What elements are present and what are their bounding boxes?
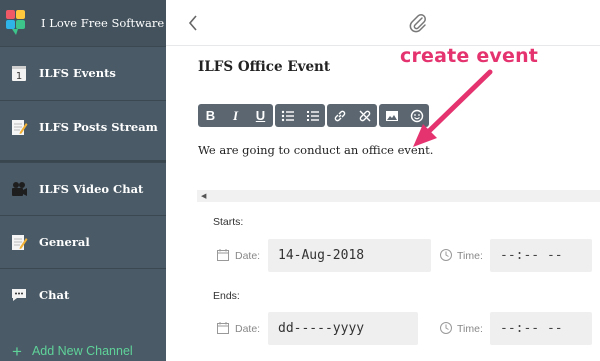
remove-link-button[interactable] — [352, 104, 377, 127]
add-new-channel-button[interactable]: + Add New Channel — [12, 342, 133, 361]
calendar-icon — [217, 249, 229, 261]
sidebar-item-ilfs-video-chat[interactable]: ILFS Video Chat — [0, 162, 166, 215]
top-bar — [166, 0, 600, 46]
sidebar-item-ilfs-posts-stream[interactable]: ILFS Posts Stream — [0, 100, 166, 153]
insert-image-button[interactable] — [379, 104, 404, 127]
bullet-list-icon — [281, 110, 294, 121]
plus-icon: + — [12, 342, 22, 361]
ends-label: Ends: — [213, 290, 240, 302]
link-icon — [334, 110, 345, 121]
post-body[interactable]: We are going to conduct an office event. — [198, 143, 433, 157]
scroll-left-arrow-icon[interactable]: ◀ — [201, 192, 206, 200]
clock-icon — [440, 249, 452, 261]
end-date-input[interactable]: dd-----yyyy — [268, 312, 418, 345]
insert-link-button[interactable] — [327, 104, 352, 127]
notepad-pencil-icon — [12, 120, 28, 135]
sidebar-item-ilfs-events[interactable]: 1 ILFS Events — [0, 46, 166, 99]
notepad-pencil-icon — [12, 235, 28, 250]
chevron-left-icon[interactable] — [186, 13, 200, 33]
clock-icon — [440, 322, 452, 334]
end-time-input[interactable]: --:-- -- — [490, 312, 592, 345]
brand-header[interactable]: I Love Free Software — [0, 0, 166, 46]
start-time-label: Time: — [457, 250, 483, 262]
start-time-input[interactable]: --:-- -- — [490, 239, 592, 272]
post-title[interactable]: ILFS Office Event — [198, 59, 330, 75]
italic-button[interactable]: I — [223, 104, 248, 127]
horizontal-scrollbar[interactable]: ◀ — [197, 190, 600, 202]
image-icon — [385, 110, 398, 121]
annotation-label: create event — [400, 45, 539, 67]
calendar-icon — [217, 322, 229, 334]
end-date-label: Date: — [235, 323, 261, 335]
sidebar-item-label: ILFS Events — [39, 66, 116, 80]
paperclip-icon[interactable] — [408, 12, 428, 34]
add-channel-label: Add New Channel — [31, 344, 133, 358]
sidebar-item-chat[interactable]: Chat — [0, 268, 166, 321]
numbered-list-icon — [306, 110, 319, 121]
start-date-label: Date: — [235, 250, 261, 262]
format-group: B I U — [198, 104, 273, 127]
video-chat-icon — [12, 182, 27, 196]
calendar-one-icon: 1 — [12, 66, 26, 82]
media-group — [379, 104, 429, 127]
sidebar-item-label: General — [39, 235, 90, 249]
unlink-icon — [359, 110, 370, 121]
brand-logo-icon — [6, 10, 25, 35]
list-group — [275, 104, 325, 127]
bold-button[interactable]: B — [198, 104, 223, 127]
sidebar-item-label: ILFS Video Chat — [39, 182, 144, 196]
underline-button[interactable]: U — [248, 104, 273, 127]
insert-emoji-button[interactable] — [404, 104, 429, 127]
bullet-list-button[interactable] — [275, 104, 300, 127]
sidebar-item-label: ILFS Posts Stream — [39, 120, 158, 134]
starts-label: Starts: — [213, 216, 244, 228]
svg-text:1: 1 — [16, 71, 22, 82]
smiley-icon — [410, 109, 423, 122]
numbered-list-button[interactable] — [300, 104, 325, 127]
editor-toolbar: B I U — [198, 104, 429, 127]
sidebar: I Love Free Software 1 ILFS Events ILFS … — [0, 0, 166, 361]
link-group — [327, 104, 377, 127]
sidebar-item-label: Chat — [39, 288, 70, 302]
end-time-label: Time: — [457, 323, 483, 335]
speech-bubble-icon — [12, 289, 26, 301]
app-title: I Love Free Software — [41, 16, 165, 30]
start-date-input[interactable]: 14-Aug-2018 — [268, 239, 431, 272]
sidebar-item-general[interactable]: General — [0, 215, 166, 268]
